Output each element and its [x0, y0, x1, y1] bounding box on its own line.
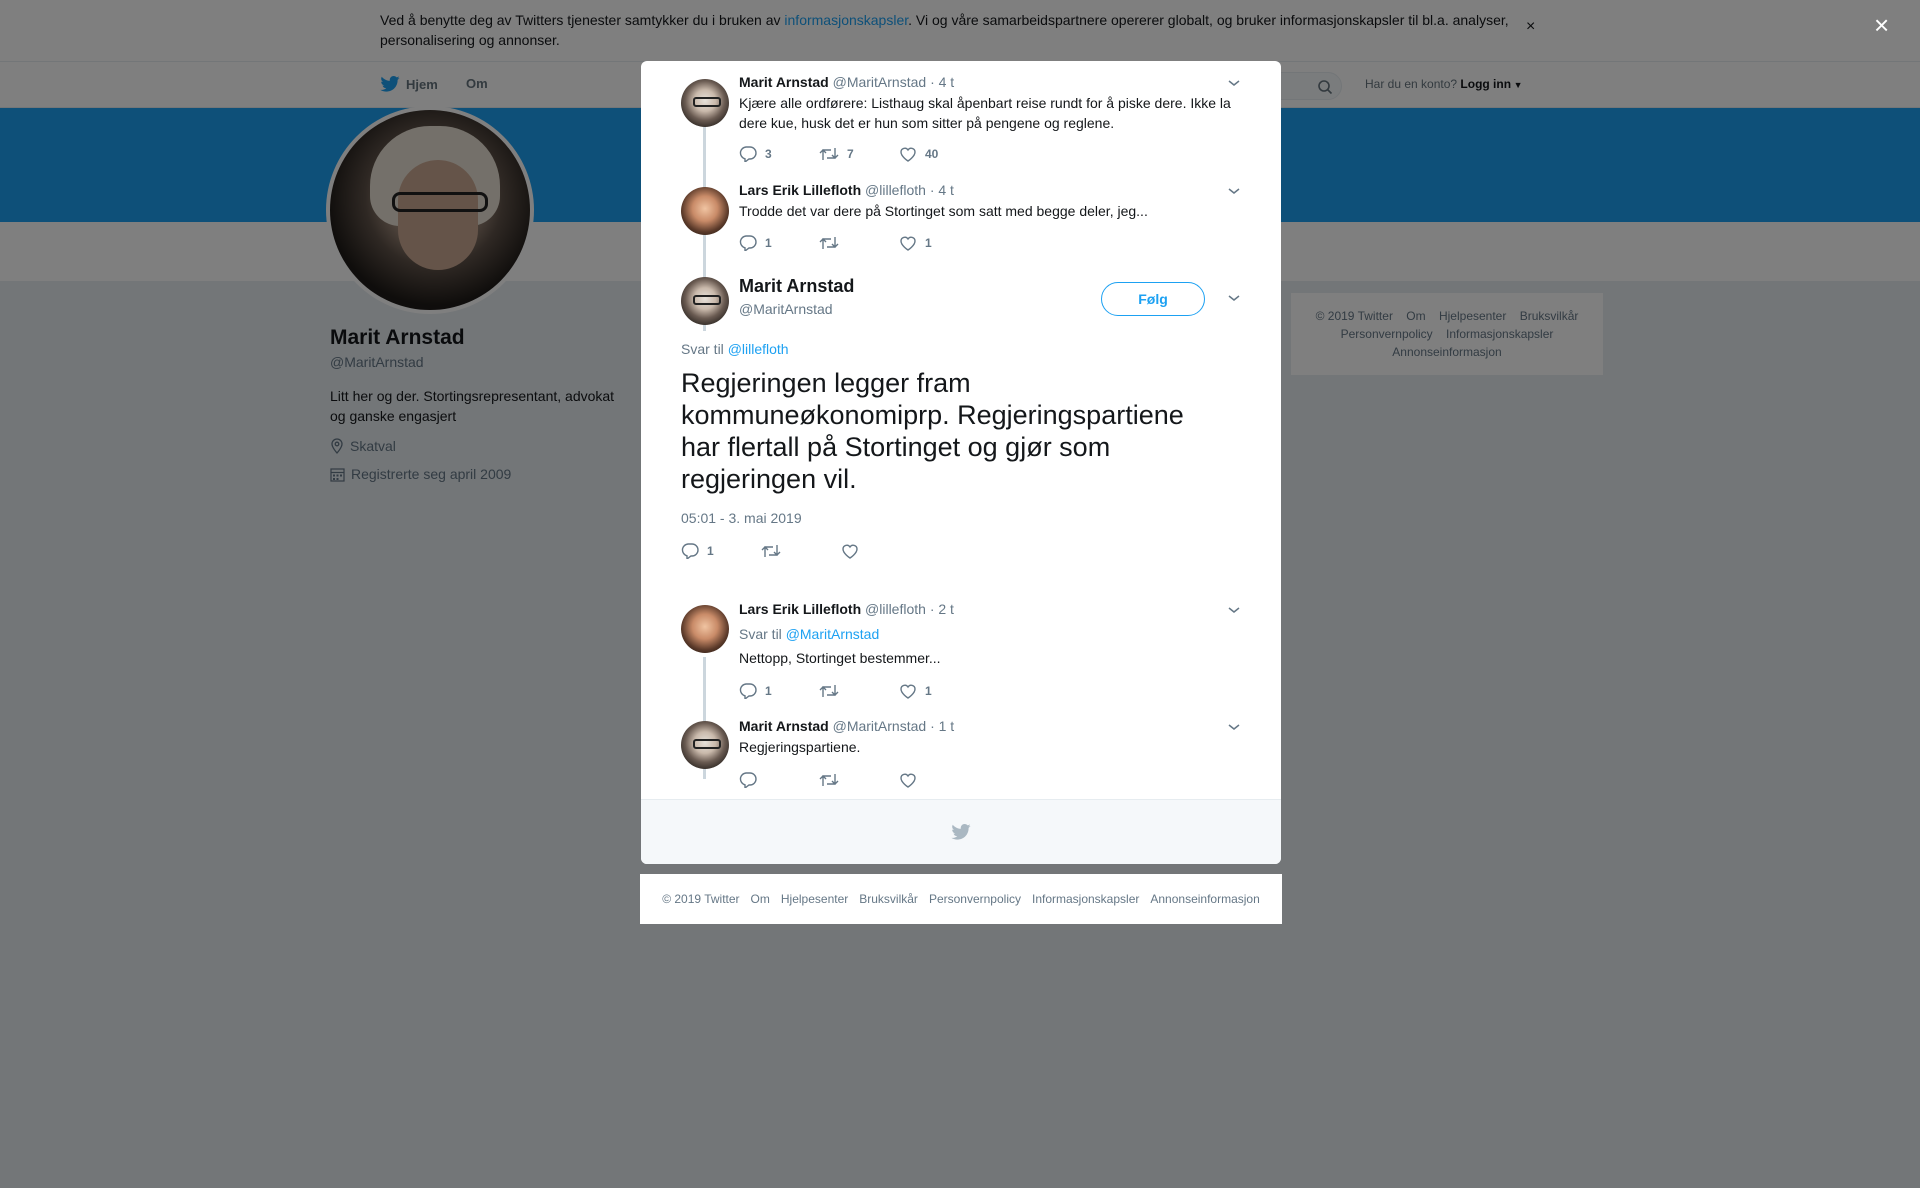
tweet-author-handle[interactable]: @MaritArnstad	[833, 74, 927, 90]
reply-button[interactable]	[739, 772, 819, 788]
tweet-time[interactable]: · 1 t	[930, 718, 954, 734]
chevron-down-icon[interactable]	[1226, 290, 1242, 306]
mention-link[interactable]: @lillefloth	[728, 341, 789, 357]
tweet-text: Regjeringspartiene.	[739, 739, 861, 755]
tweet-author-name[interactable]: Lars Erik Lillefloth	[739, 601, 861, 617]
like-icon	[900, 236, 916, 251]
reply-count: 1	[765, 684, 772, 698]
tweet-author-handle[interactable]: @MaritArnstad	[833, 718, 927, 734]
mention-link[interactable]: @MaritArnstad	[786, 626, 880, 642]
tweet-actions: 1 1	[739, 235, 979, 251]
avatar[interactable]	[681, 79, 729, 127]
footer-link[interactable]: Om	[751, 892, 770, 906]
like-button[interactable]: 1	[899, 683, 979, 699]
tweet-actions	[739, 772, 979, 788]
tweet-text: Kjære alle ordførere: Listhaug skal åpen…	[739, 95, 1231, 131]
bottom-footer: © 2019 Twitter Om Hjelpesenter Bruksvilk…	[640, 874, 1282, 924]
tweet-actions: 1 1	[739, 683, 979, 699]
tweet-time[interactable]: · 4 t	[930, 74, 954, 90]
main-tweet-author-name[interactable]: Marit Arnstad	[739, 276, 854, 297]
footer-link[interactable]: Annonseinformasjon	[1150, 892, 1259, 906]
tweet-actions: 3 7 40	[739, 146, 979, 162]
tweet-text: Nettopp, Stortinget bestemmer...	[739, 650, 941, 666]
retweet-icon	[761, 545, 781, 557]
reply-button[interactable]: 1	[739, 683, 819, 699]
retweet-button[interactable]	[761, 543, 841, 559]
reply-icon	[739, 683, 757, 699]
like-button[interactable]: 40	[899, 146, 979, 162]
twitter-bird-icon	[951, 824, 971, 840]
reply-icon	[681, 543, 699, 559]
chevron-down-icon[interactable]	[1226, 719, 1242, 735]
reply-count: 3	[765, 147, 772, 161]
main-tweet-actions: 1	[681, 543, 921, 559]
retweet-button[interactable]	[819, 772, 899, 788]
retweet-icon	[819, 237, 839, 249]
tweet-time[interactable]: · 2 t	[930, 601, 954, 617]
tweet-author-handle[interactable]: @lillefloth	[865, 601, 926, 617]
reply-context: Svar til @lillefloth	[681, 341, 789, 357]
retweet-button[interactable]: 7	[819, 146, 899, 162]
tweet-author-handle[interactable]: @lillefloth	[865, 182, 926, 198]
avatar[interactable]	[681, 277, 729, 325]
main-tweet-text: Regjeringen legger fram kommuneøkonomipr…	[681, 368, 1184, 494]
like-icon	[900, 773, 916, 788]
follow-button[interactable]: Følg	[1101, 282, 1205, 316]
reply-button[interactable]: 1	[681, 543, 761, 559]
like-button[interactable]	[899, 772, 979, 788]
reply-context: Svar til @MaritArnstad	[739, 626, 880, 642]
chevron-down-icon[interactable]	[1226, 183, 1242, 199]
like-icon	[900, 684, 916, 699]
like-count: 1	[925, 684, 932, 698]
chevron-down-icon[interactable]	[1226, 602, 1242, 618]
like-count: 1	[925, 236, 932, 250]
avatar[interactable]	[681, 605, 729, 653]
reply-count: 1	[765, 236, 772, 250]
reply-icon	[739, 235, 757, 251]
footer-link[interactable]: Bruksvilkår	[859, 892, 918, 906]
retweet-button[interactable]	[819, 683, 899, 699]
reply-button[interactable]: 1	[739, 235, 819, 251]
retweet-icon	[819, 685, 839, 697]
avatar[interactable]	[681, 187, 729, 235]
retweet-count: 7	[847, 147, 854, 161]
like-icon	[900, 147, 916, 162]
main-tweet-timestamp[interactable]: 05:01 - 3. mai 2019	[681, 510, 802, 526]
close-icon[interactable]: ×	[1874, 12, 1889, 38]
tweet-text: Trodde det var dere på Stortinget som sa…	[739, 203, 1148, 219]
footer-link[interactable]: © 2019 Twitter	[662, 892, 739, 906]
reply-icon	[739, 146, 757, 162]
reply-button[interactable]: 3	[739, 146, 819, 162]
retweet-button[interactable]	[819, 235, 899, 251]
tweet-author-name[interactable]: Marit Arnstad	[739, 718, 829, 734]
reply-icon	[739, 772, 757, 788]
main-tweet-author-handle[interactable]: @MaritArnstad	[739, 301, 833, 317]
like-button[interactable]: 1	[899, 235, 979, 251]
like-icon	[842, 544, 858, 559]
like-button[interactable]	[841, 543, 921, 559]
tweet-author-name[interactable]: Lars Erik Lillefloth	[739, 182, 861, 198]
like-count: 40	[925, 147, 939, 161]
retweet-icon	[819, 774, 839, 786]
footer-link[interactable]: Informasjonskapsler	[1032, 892, 1139, 906]
modal-footer	[641, 799, 1281, 864]
tweet-modal: Marit Arnstad @MaritArnstad · 4 t Kjære …	[641, 61, 1281, 864]
footer-link[interactable]: Hjelpesenter	[781, 892, 848, 906]
tweet-author-name[interactable]: Marit Arnstad	[739, 74, 829, 90]
footer-link[interactable]: Personvernpolicy	[929, 892, 1021, 906]
tweet-time[interactable]: · 4 t	[930, 182, 954, 198]
chevron-down-icon[interactable]	[1226, 75, 1242, 91]
reply-count: 1	[707, 544, 714, 558]
retweet-icon	[819, 148, 839, 160]
avatar[interactable]	[681, 721, 729, 769]
